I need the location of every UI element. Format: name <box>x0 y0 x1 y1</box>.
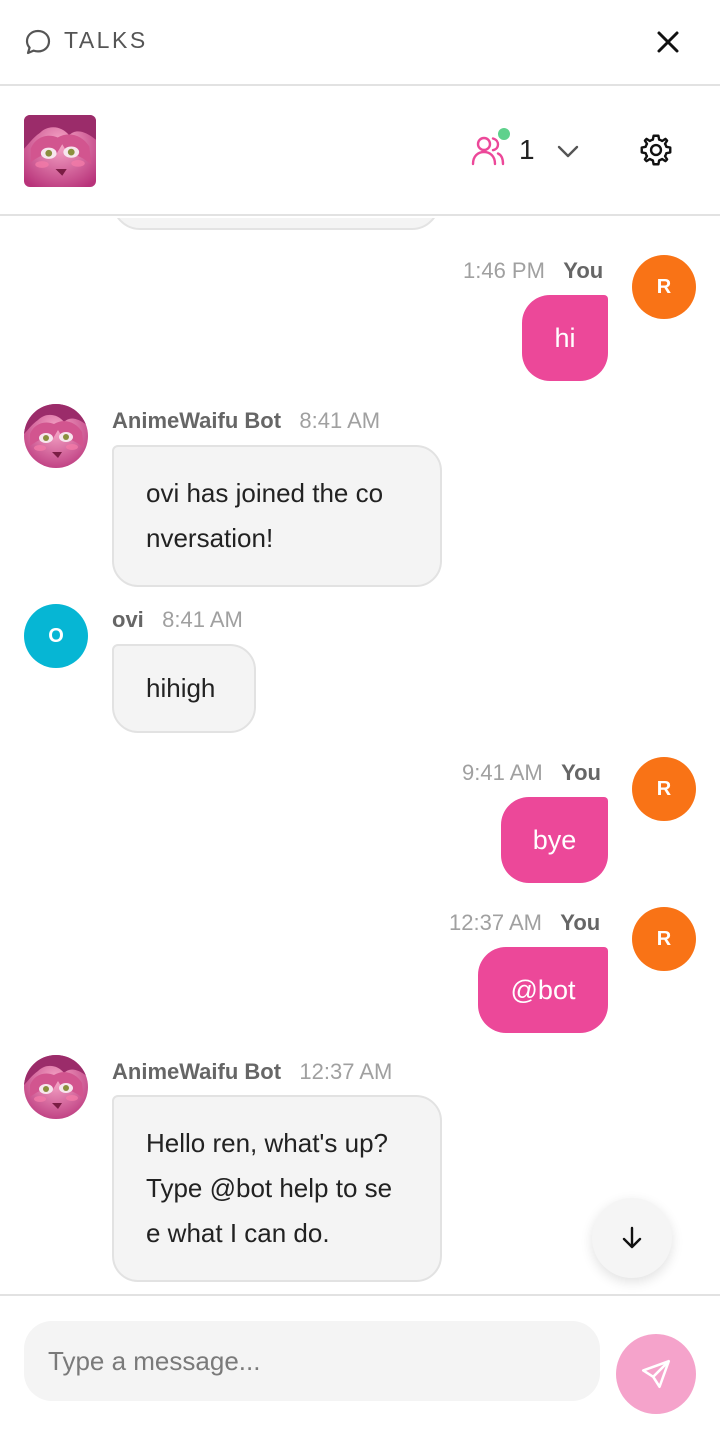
message-time: 8:41 AM <box>162 607 243 632</box>
sender-name: ovi <box>112 607 144 632</box>
sender-name: You <box>560 910 601 935</box>
message-meta: 1:46 PM You <box>463 258 603 284</box>
message-list[interactable]: 1:46 PM You R hi AnimeWaifu Bot 8:41 AM … <box>0 218 720 1294</box>
message-meta: ovi 8:41 AM <box>112 607 243 633</box>
bot-avatar[interactable] <box>24 1055 88 1119</box>
scroll-to-bottom-button[interactable] <box>592 1198 672 1278</box>
online-indicator <box>496 126 512 142</box>
message-bubble: Hello ren, what's up? Type @bot help to … <box>112 1095 442 1282</box>
message-meta: AnimeWaifu Bot 12:37 AM <box>112 1059 392 1085</box>
message-time: 1:46 PM <box>463 258 545 283</box>
avatar[interactable]: R <box>632 757 696 821</box>
sender-name: You <box>563 258 604 283</box>
avatar[interactable]: R <box>632 907 696 971</box>
message-input[interactable] <box>24 1321 600 1401</box>
message-text: Type @bot help to se <box>146 1173 393 1203</box>
message-composer <box>0 1294 720 1433</box>
avatar-initial: R <box>656 777 672 800</box>
app-title: TALKS <box>64 27 148 53</box>
close-icon[interactable] <box>650 24 686 60</box>
message-text: ovi has joined the co <box>146 478 384 508</box>
message-text: e what I can do. <box>146 1218 330 1248</box>
message-meta: 9:41 AM You <box>462 760 601 786</box>
message-meta: 12:37 AM You <box>449 910 600 936</box>
send-button[interactable] <box>616 1334 696 1414</box>
chevron-down-icon[interactable] <box>554 139 582 163</box>
avatar[interactable]: R <box>632 255 696 319</box>
message-text: nversation! <box>146 523 274 553</box>
message-bubble: bye <box>501 797 608 883</box>
sender-name: AnimeWaifu Bot <box>112 1059 282 1084</box>
message-time: 9:41 AM <box>462 760 543 785</box>
conversation-header: 1 <box>0 88 720 216</box>
chat-bubble-icon <box>25 29 51 55</box>
previous-message-bubble <box>112 218 440 230</box>
message-bubble: ovi has joined the co nversation! <box>112 445 442 587</box>
message-time: 8:41 AM <box>299 408 381 433</box>
message-text: bye <box>532 824 577 855</box>
message-text: Hello ren, what's up? <box>146 1128 388 1158</box>
message-bubble: hihigh <box>112 644 256 733</box>
online-count: 1 <box>519 134 535 165</box>
message-text: hihigh <box>146 673 216 703</box>
message-meta: AnimeWaifu Bot 8:41 AM <box>112 408 380 434</box>
top-bar: TALKS <box>0 0 720 86</box>
message-text: hi <box>554 322 576 353</box>
room-avatar[interactable] <box>24 115 96 187</box>
message-time: 12:37 AM <box>449 910 542 935</box>
bot-avatar[interactable] <box>24 404 88 468</box>
message-time: 12:37 AM <box>299 1059 393 1084</box>
message-bubble: @bot <box>478 947 608 1033</box>
gear-icon[interactable] <box>638 132 674 168</box>
avatar-initial: O <box>48 624 64 647</box>
avatar[interactable]: O <box>24 604 88 668</box>
message-text: @bot <box>510 974 576 1005</box>
arrow-down-icon <box>622 1226 642 1249</box>
avatar-initial: R <box>656 275 672 298</box>
sender-name: You <box>561 760 601 785</box>
avatar-initial: R <box>656 927 672 950</box>
message-bubble: hi <box>522 295 608 381</box>
send-icon <box>641 1359 671 1389</box>
sender-name: AnimeWaifu Bot <box>112 408 282 433</box>
